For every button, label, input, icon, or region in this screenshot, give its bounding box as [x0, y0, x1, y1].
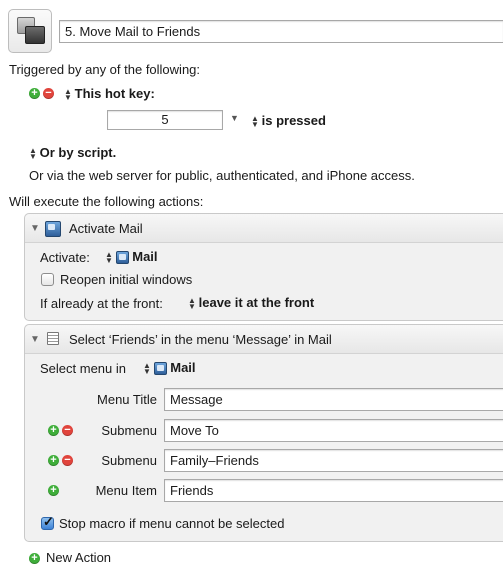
script-trigger-label: Or by script. — [39, 145, 117, 160]
remove-trigger-icon[interactable]: − — [43, 88, 54, 99]
disclosure-triangle-icon[interactable]: ▼ — [30, 334, 40, 345]
menu-item-field[interactable]: Friends — [164, 479, 503, 502]
up-down-arrows-icon: ▲ ▼ — [251, 113, 259, 129]
hotkey-dropdown-icon[interactable]: ▼ — [230, 113, 239, 123]
mail-app-icon — [45, 220, 61, 237]
reopen-windows-label: Reopen initial windows — [60, 272, 193, 287]
submenu-value: Family–Friends — [170, 453, 259, 468]
triggers-heading: Triggered by any of the following: — [9, 62, 201, 77]
select-menu-in-label: Select menu in — [40, 361, 126, 376]
hotkey-state-popup[interactable]: ▲ ▼ is pressed — [251, 113, 326, 128]
action-select-menu[interactable]: ▼ Select ‘Friends’ in the menu ‘Message’… — [24, 324, 503, 542]
submenu-label: Submenu — [101, 423, 157, 438]
actions-heading: Will execute the following actions: — [9, 194, 204, 209]
mail-app-icon — [115, 251, 129, 265]
up-down-arrows-icon: ▲ ▼ — [188, 295, 196, 311]
disclosure-triangle-icon[interactable]: ▼ — [30, 223, 40, 234]
menu-item-label: Menu Item — [95, 483, 157, 498]
action-activate-mail[interactable]: ▼ Activate Mail Activate: ▲ ▼ Mail Reopen… — [24, 213, 503, 321]
submenu-label: Submenu — [101, 453, 157, 468]
action-title: Activate Mail — [69, 221, 143, 236]
menu-title-value: Message — [170, 392, 223, 407]
checkmark-icon: ✓ — [43, 514, 54, 529]
activate-app-popup[interactable]: ▲ ▼ Mail — [105, 249, 158, 265]
new-action-icon[interactable]: + — [29, 553, 40, 564]
macro-name-text: 5. Move Mail to Friends — [65, 24, 201, 39]
submenu-field[interactable]: Family–Friends — [164, 449, 503, 472]
front-label: If already at the front: — [40, 296, 163, 311]
up-down-arrows-icon: ▲ ▼ — [64, 86, 72, 102]
add-trigger-icon[interactable]: + — [29, 88, 40, 99]
reopen-windows-checkbox[interactable] — [41, 273, 54, 286]
hotkey-field[interactable]: 5 — [107, 110, 223, 130]
hotkey-trigger-label: This hot key: — [74, 86, 155, 101]
menu-item-value: Friends — [170, 483, 214, 498]
activate-label: Activate: — [40, 250, 90, 265]
stop-macro-checkbox[interactable]: ✓ — [41, 514, 54, 530]
hotkey-value: 5 — [161, 112, 169, 127]
submenu-value: Move To — [170, 423, 219, 438]
front-behavior-popup[interactable]: ▲ ▼ leave it at the front — [188, 295, 314, 310]
script-trigger-popup[interactable]: ▲ ▼ Or by script. — [29, 145, 116, 160]
up-down-arrows-icon: ▲ ▼ — [143, 360, 151, 376]
stop-macro-label: Stop macro if menu cannot be selected — [59, 516, 285, 531]
new-action-button[interactable]: New Action — [46, 550, 111, 565]
web-server-text: Or via the web server for public, authen… — [29, 168, 415, 183]
macro-icon[interactable] — [8, 9, 52, 53]
hotkey-state-label: is pressed — [261, 113, 326, 128]
activate-app-name: Mail — [132, 249, 158, 264]
menu-icon — [47, 332, 59, 345]
action-title: Select ‘Friends’ in the menu ‘Message’ i… — [69, 332, 332, 347]
up-down-arrows-icon: ▲ ▼ — [29, 145, 37, 161]
hotkey-trigger-popup[interactable]: ▲ ▼ This hot key: — [64, 86, 155, 101]
macro-name-field[interactable]: 5. Move Mail to Friends — [59, 20, 503, 43]
menu-title-label: Menu Title — [97, 392, 157, 407]
mail-app-icon — [153, 362, 167, 376]
up-down-arrows-icon: ▲ ▼ — [105, 249, 113, 265]
menu-title-field[interactable]: Message — [164, 388, 503, 411]
front-behavior-value: leave it at the front — [198, 295, 315, 310]
select-menu-app-popup[interactable]: ▲ ▼ Mail — [143, 360, 196, 376]
submenu-field[interactable]: Move To — [164, 419, 503, 442]
macro-glyph-front — [25, 26, 45, 44]
select-menu-app-name: Mail — [170, 360, 196, 375]
